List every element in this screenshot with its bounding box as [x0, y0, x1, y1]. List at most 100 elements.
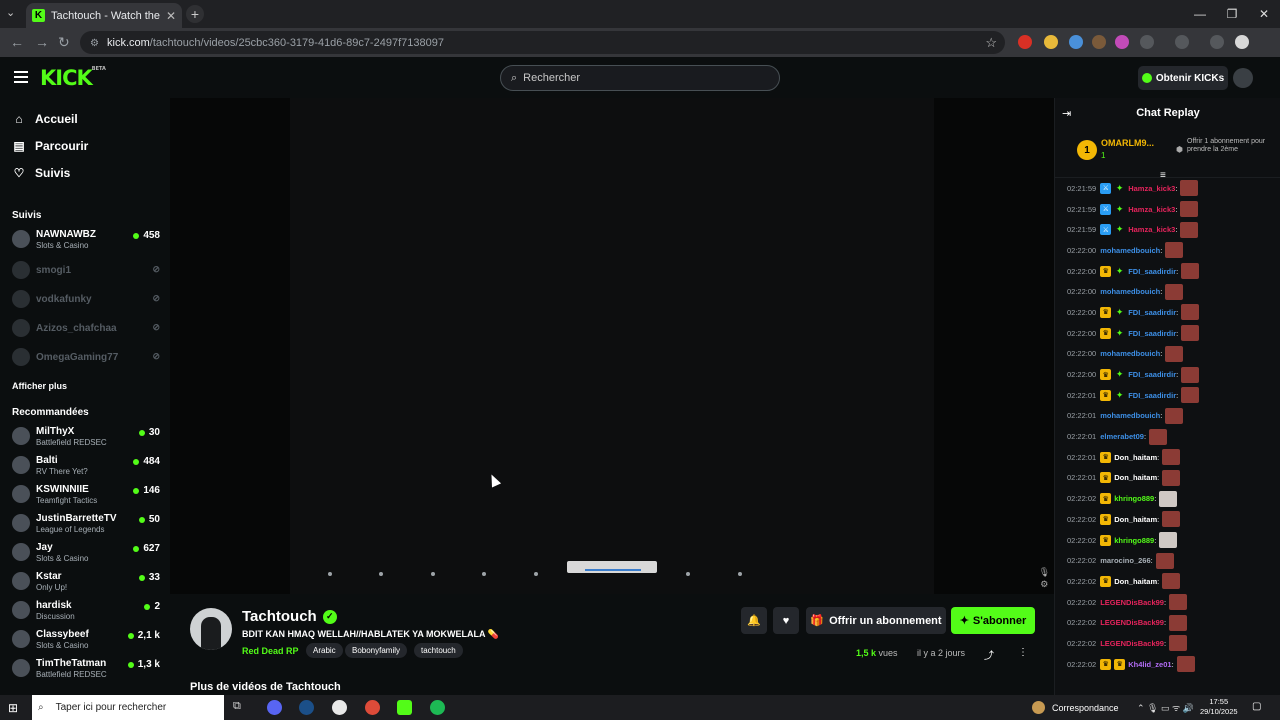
emote-image[interactable] — [1181, 263, 1200, 280]
taskbar-search[interactable]: ⌕ Taper ici pour rechercher — [32, 695, 224, 720]
sidebar-channel[interactable]: OmegaGaming77 ⊘ — [12, 344, 160, 372]
search-input[interactable]: ⌕ Rechercher — [500, 65, 780, 91]
chat-username[interactable]: Hamza_kick3 — [1128, 225, 1175, 234]
sidebar-channel[interactable]: MilThyX Battlefield REDSEC 30 — [12, 423, 160, 451]
notifications-button[interactable]: 🔔 — [741, 607, 767, 634]
system-tray-icons[interactable]: ⌃ 🎙 ▭ ᯤ 🔊 — [1137, 701, 1194, 714]
nav-browse[interactable]: ▤ Parcourir — [12, 139, 88, 153]
chat-username[interactable]: LEGENDisBack99 — [1100, 618, 1164, 627]
emote-image[interactable] — [1165, 283, 1184, 300]
show-more-link[interactable]: Afficher plus — [12, 381, 67, 391]
chat-username[interactable]: Hamza_kick3 — [1128, 184, 1175, 193]
emote-image[interactable] — [1180, 221, 1199, 238]
windows-start-icon[interactable]: ⊞ — [8, 701, 18, 715]
tag-pill[interactable]: tachtouch — [414, 643, 463, 658]
emote-image[interactable] — [1181, 325, 1200, 342]
chat-username[interactable]: Don_haitam — [1114, 577, 1157, 586]
discord-icon[interactable] — [267, 700, 282, 715]
site-info-icon[interactable]: ⚙ — [90, 38, 100, 49]
chat-username[interactable]: elmerabet09 — [1100, 432, 1144, 441]
emote-image[interactable] — [1165, 242, 1184, 259]
follow-button[interactable]: ♥ — [773, 607, 799, 634]
emote-image[interactable] — [1169, 614, 1188, 631]
emote-image[interactable] — [1165, 345, 1184, 362]
sidebar-channel[interactable]: JustinBarretteTV League of Legends 50 — [12, 510, 160, 538]
chat-username[interactable]: Don_haitam — [1114, 515, 1157, 524]
sidebar-channel[interactable]: Classybeef Slots & Casino 2,1 k — [12, 626, 160, 654]
nav-following[interactable]: ♡ Suivis — [12, 166, 71, 180]
chat-username[interactable]: mohamedbouich — [1100, 349, 1160, 358]
extension-icon[interactable] — [1115, 35, 1129, 49]
video-player[interactable]: 🎙 ⚙ — [170, 98, 1054, 594]
extension-icon[interactable] — [1018, 35, 1032, 49]
clock[interactable]: 17:55 29/10/2025 — [1200, 697, 1238, 717]
new-tab-button[interactable]: + — [186, 5, 204, 23]
tag-pill[interactable]: Arabic — [306, 643, 343, 658]
chat-username[interactable]: LEGENDisBack99 — [1100, 639, 1164, 648]
extension-icon[interactable] — [1092, 35, 1106, 49]
nav-home[interactable]: ⌂ Accueil — [12, 112, 77, 126]
profile-icon[interactable] — [1235, 35, 1249, 49]
task-view-icon[interactable]: ⧉ — [233, 700, 248, 715]
chat-username[interactable]: Don_haitam — [1114, 473, 1157, 482]
tag-pill[interactable]: Bobonyfamily — [345, 643, 408, 658]
subscribe-button[interactable]: ✦ S'abonner — [951, 607, 1035, 634]
back-icon[interactable]: ← — [10, 34, 24, 50]
tab-search-icon[interactable]: ⌄ — [6, 6, 15, 19]
minimize-icon[interactable]: — — [1184, 0, 1216, 28]
sidebar-icon[interactable] — [1210, 35, 1224, 49]
steam-icon[interactable] — [299, 700, 314, 715]
weather-widget[interactable]: Correspondance — [1032, 701, 1119, 714]
chat-username[interactable]: Hamza_kick3 — [1128, 205, 1175, 214]
emote-image[interactable] — [1162, 469, 1181, 486]
chat-username[interactable]: khringo889 — [1114, 494, 1154, 503]
emote-image[interactable] — [1180, 180, 1199, 197]
sidebar-channel[interactable]: Jay Slots & Casino 627 — [12, 539, 160, 567]
chat-username[interactable]: LEGENDisBack99 — [1100, 598, 1164, 607]
top-gifter-name[interactable]: OMARLM9... — [1101, 138, 1154, 148]
reload-icon[interactable]: ↻ — [58, 34, 70, 51]
extension-icon[interactable] — [1069, 35, 1083, 49]
emote-image[interactable] — [1165, 407, 1184, 424]
get-kicks-button[interactable]: Obtenir KICKs — [1138, 66, 1228, 90]
chat-username[interactable]: FDI_saadirdir — [1128, 267, 1176, 276]
game-link[interactable]: Red Dead RP — [242, 646, 299, 656]
close-tab-icon[interactable]: ✕ — [166, 9, 176, 23]
sidebar-channel[interactable]: hardisk Discussion 2 — [12, 597, 160, 625]
chat-username[interactable]: mohamedbouich — [1100, 246, 1160, 255]
emote-image[interactable] — [1181, 304, 1200, 321]
menu-icon[interactable] — [14, 71, 28, 86]
emote-image[interactable] — [1162, 511, 1181, 528]
emote-image[interactable] — [1180, 201, 1199, 218]
streamer-name[interactable]: Tachtouch ✓ — [242, 608, 337, 625]
chat-username[interactable]: FDI_saadirdir — [1128, 391, 1176, 400]
emote-image[interactable] — [1176, 656, 1195, 673]
sidebar-channel[interactable]: Azizos_chafchaa ⊘ — [12, 315, 160, 343]
bookmark-star-icon[interactable]: ☆ — [985, 35, 997, 51]
forward-icon[interactable]: → — [35, 34, 49, 50]
emote-image[interactable] — [1169, 635, 1188, 652]
chat-username[interactable]: Don_haitam — [1114, 453, 1157, 462]
extension-icon[interactable] — [1044, 35, 1058, 49]
kick-app-icon[interactable] — [397, 700, 412, 715]
app-icon[interactable] — [332, 700, 347, 715]
chat-username[interactable]: FDI_saadirdir — [1128, 370, 1176, 379]
notifications-icon[interactable]: ▢ — [1252, 701, 1261, 712]
mic-icon[interactable]: 🎙 — [1039, 566, 1050, 578]
emote-image[interactable] — [1169, 594, 1188, 611]
gift-prompt[interactable]: Offrir 1 abonnement pour prendre la 2ème — [1187, 138, 1267, 154]
emote-image[interactable] — [1162, 573, 1181, 590]
browser-tab[interactable]: K Tachtouch - Watch the VOD ✕ — [26, 3, 182, 28]
chrome-icon[interactable] — [365, 700, 380, 715]
emote-image[interactable] — [1159, 490, 1178, 507]
chat-username[interactable]: FDI_saadirdir — [1128, 329, 1176, 338]
sidebar-channel[interactable]: Kstar Only Up! 33 — [12, 568, 160, 596]
streamer-avatar[interactable] — [190, 608, 232, 650]
emote-image[interactable] — [1181, 366, 1200, 383]
sidebar-channel[interactable]: TimTheTatman Battlefield REDSEC 1,3 k — [12, 655, 160, 683]
emote-image[interactable] — [1181, 387, 1200, 404]
emote-image[interactable] — [1162, 449, 1181, 466]
kick-logo[interactable]: KICKBETA — [40, 66, 106, 90]
sidebar-channel[interactable]: Balti RV There Yet? 484 — [12, 452, 160, 480]
spotify-icon[interactable] — [430, 700, 445, 715]
